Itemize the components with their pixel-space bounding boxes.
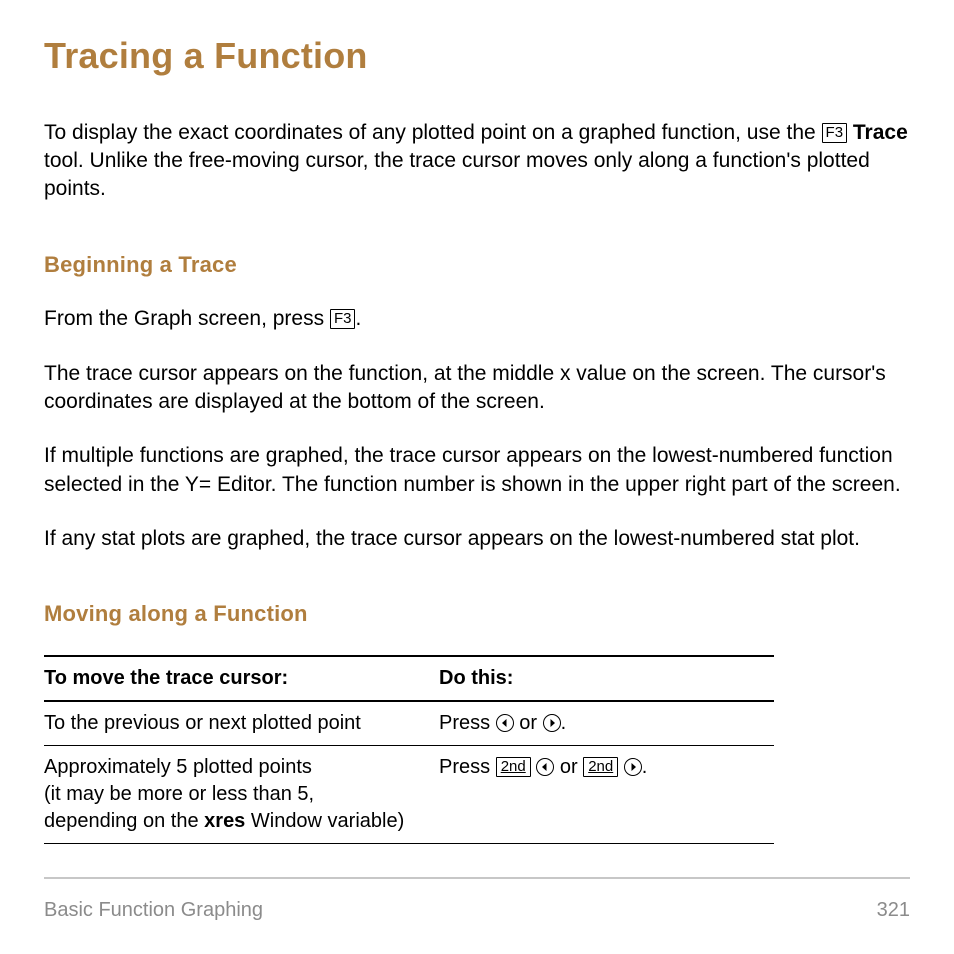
table-row: To the previous or next plotted point Pr…	[44, 701, 774, 746]
or-label: or	[514, 712, 543, 734]
row2-line2: (it may be more or less than 5,	[44, 783, 314, 805]
section-heading-beginning: Beginning a Trace	[44, 250, 910, 280]
section1-p4: If any stat plots are graphed, the trace…	[44, 525, 910, 553]
table-cell: Press 2nd or 2nd .	[439, 746, 774, 844]
section1-p1: From the Graph screen, press F3.	[44, 305, 910, 333]
table-cell: Press or .	[439, 701, 774, 746]
right-arrow-icon	[543, 714, 561, 732]
left-arrow-icon	[496, 714, 514, 732]
second-key-icon: 2nd	[496, 757, 531, 777]
period: .	[642, 756, 648, 778]
intro-text: To display the exact coordinates of any …	[44, 121, 822, 144]
f3-key-icon: F3	[822, 123, 848, 143]
page-title: Tracing a Function	[44, 32, 910, 81]
row2-line3-pre: depending on the	[44, 810, 204, 832]
section1-p1-post: .	[355, 307, 361, 330]
section1-p3: If multiple functions are graphed, the t…	[44, 442, 910, 499]
or-label: or	[554, 756, 583, 778]
period: .	[561, 712, 567, 734]
table-header-1: To move the trace cursor:	[44, 656, 439, 701]
trace-cursor-table: To move the trace cursor: Do this: To th…	[44, 655, 774, 844]
table-header-row: To move the trace cursor: Do this:	[44, 656, 774, 701]
table-cell: To the previous or next plotted point	[44, 701, 439, 746]
table-row: Approximately 5 plotted points (it may b…	[44, 746, 774, 844]
f3-key-icon: F3	[330, 309, 356, 329]
row2-line1: Approximately 5 plotted points	[44, 756, 312, 778]
section1-p1-pre: From the Graph screen, press	[44, 307, 330, 330]
trace-label: Trace	[853, 121, 908, 144]
press-label: Press	[439, 756, 496, 778]
press-label: Press	[439, 712, 496, 734]
table-cell: Approximately 5 plotted points (it may b…	[44, 746, 439, 844]
intro-paragraph: To display the exact coordinates of any …	[44, 119, 910, 204]
right-arrow-icon	[624, 758, 642, 776]
intro-rest: tool. Unlike the free-moving cursor, the…	[44, 149, 870, 200]
section1-p2: The trace cursor appears on the function…	[44, 360, 910, 417]
second-key-icon: 2nd	[583, 757, 618, 777]
row2-line3-post: Window variable)	[245, 810, 404, 832]
page-footer: Basic Function Graphing 321	[44, 877, 910, 924]
left-arrow-icon	[536, 758, 554, 776]
footer-page-number: 321	[877, 897, 910, 924]
footer-section-name: Basic Function Graphing	[44, 897, 263, 924]
table-header-2: Do this:	[439, 656, 774, 701]
xres-label: xres	[204, 810, 245, 832]
section-heading-moving: Moving along a Function	[44, 599, 910, 629]
